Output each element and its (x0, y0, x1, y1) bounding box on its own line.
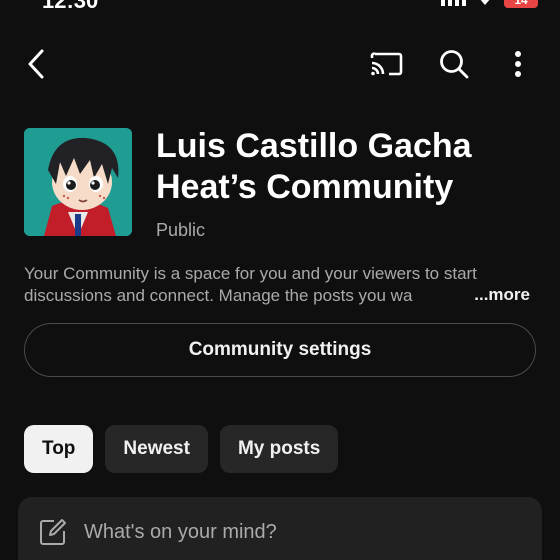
avatar-image (24, 128, 132, 236)
composer-placeholder: What's on your mind? (84, 521, 277, 543)
description-text: Your Community is a space for you and yo… (24, 264, 477, 305)
community-title: Luis Castillo Gacha Heat’s Community (156, 127, 472, 206)
more-link[interactable]: ...more (472, 285, 530, 305)
signal-icon (441, 0, 466, 6)
visibility-label: Public (156, 220, 206, 240)
search-button[interactable] (436, 46, 472, 82)
cast-icon (370, 52, 403, 76)
search-icon (440, 50, 469, 79)
back-button[interactable] (20, 46, 52, 82)
filter-chips: Top Newest My posts (24, 425, 339, 473)
filter-chip-newest[interactable]: Newest (105, 425, 208, 473)
more-vert-icon (515, 51, 521, 77)
post-composer[interactable]: What's on your mind? (18, 497, 542, 560)
edit-icon (40, 519, 66, 545)
filter-chip-my-posts[interactable]: My posts (219, 425, 339, 473)
status-time: 12:30 (42, 0, 99, 13)
status-icons: 14 (441, 0, 538, 8)
filter-chip-top[interactable]: Top (24, 425, 94, 473)
battery-indicator: 14 (504, 0, 538, 8)
wifi-icon (480, 0, 490, 5)
community-description: Your Community is a space for you and yo… (24, 263, 536, 307)
cast-button[interactable] (368, 46, 404, 82)
community-settings-button[interactable]: Community settings (24, 323, 536, 377)
description-fade (430, 285, 470, 307)
chevron-left-icon (28, 49, 44, 79)
community-avatar (24, 128, 132, 236)
more-options-button[interactable] (502, 46, 534, 82)
